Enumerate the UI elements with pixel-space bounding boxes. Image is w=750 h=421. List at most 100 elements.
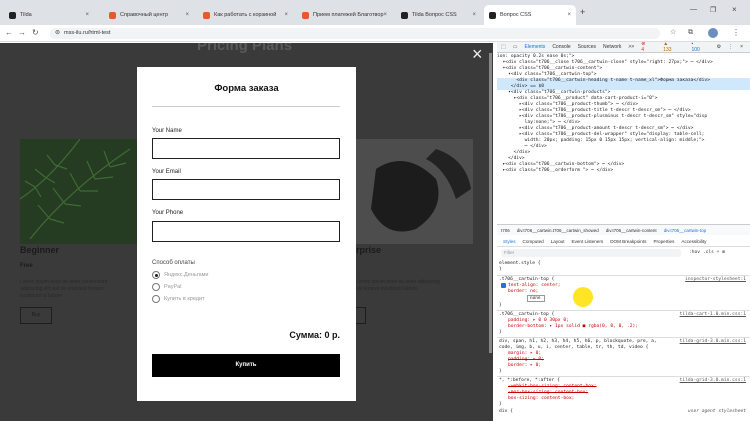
payment-label: Способ оплаты [152,260,195,266]
more-tabs[interactable]: >> [628,44,634,50]
email-field[interactable] [152,179,340,200]
css-rule-source[interactable]: tilda-grid-3.0.min.css:1 [680,378,746,383]
modal-title: Форма заказа [214,83,279,94]
site-favicon-icon [302,11,309,19]
tab-network[interactable]: Network [603,44,621,50]
name-field[interactable] [152,138,340,159]
css-property[interactable]: box-sizing: content-box; [508,396,574,402]
sunglasses-image [356,139,473,244]
checkbox-checked-icon[interactable] [501,283,506,288]
star-icon[interactable]: ☆ [670,28,676,38]
more-icon[interactable]: ⋮ [728,44,733,50]
close-icon[interactable]: × [472,45,483,63]
tab-dom-breakpoints[interactable]: DOM Breakpoints [610,239,646,244]
styles-tabs: Styles Computed Layout Event Listeners D… [497,236,750,247]
extensions-icon[interactable]: ⧉ [688,28,693,38]
new-tab-icon[interactable]: + [580,7,585,17]
breadcrumb-item[interactable]: div.t706__cartwin.t706__cartwin_showed [517,228,599,233]
inspect-icon[interactable]: ⬚ [501,44,506,50]
rule-divider [497,275,750,276]
right-card-title: rprise [356,245,382,255]
tab-cart-help[interactable]: Как работать с корзиной × [198,5,293,25]
left-card-price: Free [20,263,33,269]
address-bar[interactable]: ⊜ mss-ilu.ru/html-test [50,28,660,39]
dom-tree[interactable]: ion: opacity 0.2s ease 0s;"> ▾<div class… [497,54,750,232]
right-card-image [356,139,473,244]
phone-field[interactable] [152,221,340,242]
tab-properties[interactable]: Properties [653,239,674,244]
styles-filter-input[interactable]: Filter [501,249,681,257]
page-scrollbar[interactable] [489,53,492,353]
close-tab-icon[interactable]: × [472,12,476,18]
tab-tilda[interactable]: Tilda × [4,5,94,25]
rule-divider [497,376,750,377]
close-tab-icon[interactable]: × [384,12,388,18]
dom-line[interactable]: ▸<div class="t706__orderform "> ⋯ </div> [497,168,614,174]
breadcrumb-item[interactable]: div.t706__cartwin-content [606,228,657,233]
autocomplete-popup[interactable]: none [527,295,545,302]
buy-button[interactable]: Купить [152,354,340,377]
maximize-icon[interactable]: ❐ [710,6,716,14]
css-rule-close: } [499,369,502,374]
close-tab-icon[interactable]: × [185,12,189,18]
payment-option-yandex[interactable]: Яндекс.Деньгами [152,271,209,279]
right-card-button[interactable] [356,307,366,324]
minimize-icon[interactable]: — [690,6,697,13]
browser-tab-bar: Tilda × Справочный центр × Как работать с … [0,0,750,25]
site-favicon-icon [203,11,210,19]
settings-icon[interactable]: ⚙ [717,44,721,50]
error-count: ⊗ 4 [641,42,646,53]
css-rule-source[interactable]: tilda-cart-1.0.min.css:1 [680,312,746,317]
css-rule-source[interactable]: tilda-grid-3.0.min.css:1 [680,339,746,344]
close-tab-icon[interactable]: × [284,12,288,18]
close-devtools-icon[interactable]: × [740,44,743,50]
tab-css-question-active[interactable]: Вопрос CSS × [484,5,576,25]
css-rule-selector[interactable]: div { [499,409,513,415]
back-icon[interactable]: ← [5,28,13,38]
css-rule-source: user agent stylesheet [687,409,746,414]
css-rule-selector[interactable]: element.style { [499,261,541,267]
css-rule-close: } [499,330,502,335]
rule-divider [497,337,750,338]
device-icon[interactable]: ▭ [513,44,518,50]
autocomplete-option[interactable]: none [530,296,541,301]
close-window-icon[interactable]: × [732,5,737,14]
tab-console[interactable]: Console [552,44,570,50]
devtools-panel: ⬚ ▭ Elements Console Sources Network >> … [497,42,750,421]
tab-tilda-css[interactable]: Tilda Вопрос CSS × [396,5,481,25]
reload-icon[interactable]: ↻ [32,28,39,38]
address-toolbar: ← → ↻ ⊜ mss-ilu.ru/html-test ☆ ⧉ ⋮ [0,25,750,42]
breadcrumb-item[interactable]: t706 [501,228,510,233]
tab-elements[interactable]: Elements [524,44,545,50]
breadcrumb-item-current[interactable]: div.t706__cartwin-top [664,228,706,233]
title-divider [152,106,340,107]
forward-icon[interactable]: → [18,28,26,38]
tab-layout[interactable]: Layout [551,239,565,244]
phone-label: Your Phone [152,210,184,216]
tab-sources[interactable]: Sources [578,44,596,50]
css-rule-source[interactable]: inspector-stylesheet:1 [685,277,746,282]
tab-payments[interactable]: Прием платежей Благотвор × [297,5,392,25]
tab-styles[interactable]: Styles [503,239,516,244]
payment-option-paypal[interactable]: PayPal [152,283,181,291]
menu-icon[interactable]: ⋮ [732,28,740,38]
css-property[interactable]: border-bottom: ▸ 1px solid ■ rgba(0, 0, … [508,324,638,330]
left-card-buy-button[interactable]: Buy [20,307,52,324]
close-tab-icon[interactable]: × [85,12,89,18]
devtools-tabs: ⬚ ▭ Elements Console Sources Network >> … [497,42,750,53]
tilda-favicon-icon [489,11,496,19]
avatar[interactable] [708,28,718,38]
tab-event-listeners[interactable]: Event Listeners [572,239,604,244]
site-info-icon[interactable]: ⊜ [55,28,60,39]
payment-option-credit[interactable]: Купить в кредит [152,295,205,303]
tab-accessibility[interactable]: Accessibility [681,239,706,244]
left-card-title: Beginner [20,245,60,255]
tab-computed[interactable]: Computed [523,239,544,244]
info-count: ▪ 100 [691,42,700,53]
radio-icon [152,295,160,303]
tab-help-center[interactable]: Справочный центр × [104,5,194,25]
right-card-text: Lorem ipsum dolor sit amet adipiscing el… [356,279,440,292]
style-filter-tools[interactable]: :hov .cls + ⊞ [689,250,725,255]
css-property[interactable]: border: ▸ 0; [508,363,541,369]
close-tab-icon[interactable]: × [567,12,571,18]
